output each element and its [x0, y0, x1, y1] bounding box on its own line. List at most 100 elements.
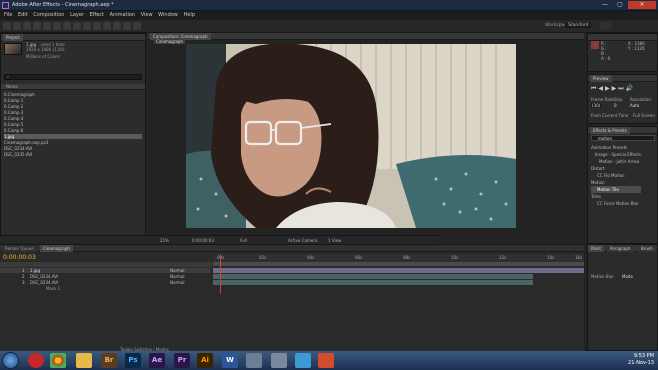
mask-row[interactable]: Mask 1	[0, 286, 210, 291]
project-item[interactable]: 0.Comp 2	[4, 104, 142, 109]
menu-window[interactable]: Window	[158, 11, 178, 20]
layer-row[interactable]: 2 DSC_0234.AVI Normal	[0, 274, 210, 279]
project-item[interactable]: Cinemagraph.aep.ps3	[4, 140, 142, 145]
project-item[interactable]: DSC_0235.AVI	[4, 152, 142, 157]
tab-cinemagraph[interactable]: Cinemagraph	[40, 245, 73, 252]
eraser-tool-icon[interactable]	[113, 22, 121, 30]
project-item[interactable]: 0.Comp 3	[4, 110, 142, 115]
frame-rate-select[interactable]: (30)	[591, 103, 602, 108]
premiere-icon[interactable]: Pr	[174, 353, 190, 368]
effects-item[interactable]: CC Flo Motion	[591, 172, 641, 179]
menu-help[interactable]: Help	[183, 11, 194, 20]
effects-item-selected[interactable]: Motion Tile	[591, 186, 641, 193]
pen-tool-icon[interactable]	[73, 22, 81, 30]
layer-row[interactable]: 3 DSC_0234.AVI Normal	[0, 280, 210, 285]
skip-select[interactable]: 0	[614, 103, 617, 108]
layer-mode[interactable]: Normal	[170, 268, 184, 273]
project-item[interactable]: 0.Comp 5	[4, 122, 142, 127]
effects-item[interactable]: Motion - Joltin Arrow	[591, 158, 641, 165]
layer-track-bar[interactable]	[213, 274, 533, 279]
menu-layer[interactable]: Layer	[70, 11, 84, 20]
rotate-tool-icon[interactable]	[33, 22, 41, 30]
project-item[interactable]: 0.Comp 1	[4, 98, 142, 103]
tab-paint[interactable]: Paint	[588, 245, 604, 252]
opera-icon[interactable]	[28, 353, 44, 368]
from-current-time-checkbox[interactable]: From Current Time	[591, 113, 628, 118]
views-select[interactable]: 1 View	[328, 238, 341, 243]
zoom-select[interactable]: 25%	[160, 238, 169, 243]
illustrator-icon[interactable]: Ai	[197, 353, 213, 368]
layer-track-bar[interactable]	[213, 280, 533, 285]
project-search-input[interactable]: ⌕	[4, 74, 142, 80]
playback-controls-icon[interactable]: ⏮◀▶▶⏭🔊	[591, 85, 635, 93]
viewer-timecode[interactable]: 0:00:00:03	[192, 238, 214, 243]
effects-search-input[interactable]: motion	[591, 135, 655, 141]
camera-tool-icon[interactable]	[43, 22, 51, 30]
tab-project[interactable]: Project	[3, 34, 23, 41]
photoshop-icon[interactable]: Ps	[125, 353, 141, 368]
timeline-timecode[interactable]: 0:00:00:03	[3, 254, 36, 261]
app-icon[interactable]	[295, 353, 311, 368]
time-ruler[interactable]: 00s 02s 04s 06s 08s 10s 12s 14s 16s	[213, 254, 584, 262]
app-icon[interactable]	[318, 353, 334, 368]
layer-mode[interactable]: Normal	[170, 274, 184, 279]
brush-tool-icon[interactable]	[93, 22, 101, 30]
chrome-icon[interactable]	[50, 353, 66, 368]
project-item[interactable]: 0.Comp 6	[4, 128, 142, 133]
effects-category[interactable]: Animation Presets	[591, 144, 641, 151]
playhead[interactable]	[220, 254, 221, 294]
project-item-selected[interactable]: 1.jpg	[4, 134, 142, 139]
effects-category[interactable]: Time	[591, 193, 641, 200]
bridge-icon[interactable]: Br	[101, 353, 117, 368]
after-effects-icon[interactable]: Ae	[149, 353, 165, 368]
puppet-tool-icon[interactable]	[133, 22, 141, 30]
maximize-button[interactable]: ▢	[613, 1, 627, 9]
menu-edit[interactable]: Edit	[18, 11, 28, 20]
clone-stamp-tool-icon[interactable]	[103, 22, 111, 30]
motion-blur-select[interactable]: Mode	[622, 274, 633, 279]
menu-view[interactable]: View	[141, 11, 153, 20]
tab-brush[interactable]: Brush	[638, 245, 656, 252]
full-screen-checkbox[interactable]: Full Screen	[633, 113, 655, 118]
resolution-select[interactable]: Full	[240, 238, 247, 243]
effects-category[interactable]: Distort	[591, 165, 641, 172]
tab-render-queue[interactable]: Render Queue	[2, 245, 37, 252]
project-item[interactable]: DSC_0234.AVI	[4, 146, 142, 151]
app-icon[interactable]	[271, 353, 287, 368]
pan-behind-tool-icon[interactable]	[53, 22, 61, 30]
work-area-bar[interactable]	[213, 262, 584, 266]
type-tool-icon[interactable]	[83, 22, 91, 30]
layer-track-bar[interactable]	[213, 268, 584, 273]
close-button[interactable]: ✕	[628, 1, 656, 9]
resolution-select[interactable]: Auto	[630, 103, 639, 108]
name-column-header[interactable]: Name	[6, 84, 18, 89]
layer-mode[interactable]: Normal	[170, 280, 184, 285]
mask-tool-icon[interactable]	[63, 22, 71, 30]
minimize-button[interactable]: —	[598, 1, 612, 9]
project-item[interactable]: 0.Cinemagraph	[4, 92, 142, 97]
effects-item[interactable]: CC Force Motion Blur	[591, 200, 641, 207]
camera-select[interactable]: Active Camera	[288, 238, 317, 243]
system-tray[interactable]: 9:53 PM 21-Nov-13	[628, 353, 654, 367]
menu-effect[interactable]: Effect	[90, 11, 104, 20]
tab-preview[interactable]: Preview	[590, 75, 612, 82]
layer-row[interactable]: 1 1.jpg Normal	[0, 268, 210, 273]
search-help-icon[interactable]	[600, 22, 612, 30]
workspace-select[interactable]: Standard	[565, 23, 592, 28]
effects-category[interactable]: Motion	[591, 179, 641, 186]
hand-tool-icon[interactable]	[13, 22, 21, 30]
word-icon[interactable]: W	[222, 353, 238, 368]
folder-icon[interactable]	[76, 353, 92, 368]
menu-composition[interactable]: Composition	[33, 11, 64, 20]
start-button-icon[interactable]	[2, 352, 19, 369]
project-item[interactable]: 0.Comp 4	[4, 116, 142, 121]
tab-paragraph[interactable]: Paragraph	[607, 245, 634, 252]
zoom-tool-icon[interactable]	[23, 22, 31, 30]
app-icon[interactable]	[246, 353, 262, 368]
menu-animation[interactable]: Animation	[110, 11, 136, 20]
roto-brush-tool-icon[interactable]	[123, 22, 131, 30]
effects-subcategory[interactable]: Image - Special Effects	[591, 151, 641, 158]
selection-tool-icon[interactable]	[3, 22, 11, 30]
comp-breadcrumb[interactable]: Cinemagraph	[154, 39, 185, 44]
menu-file[interactable]: File	[4, 11, 12, 20]
